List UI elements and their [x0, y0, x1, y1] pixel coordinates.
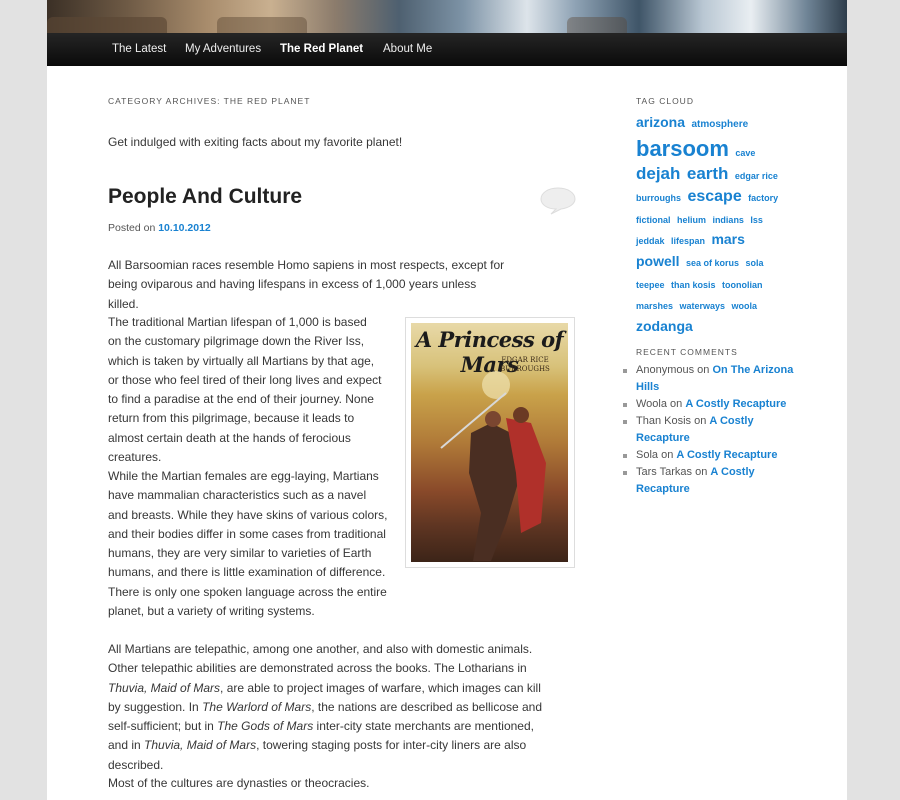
recent-comment-item: Tars Tarkas on A Costly Recapture [623, 464, 796, 498]
tag-link[interactable]: jeddak [636, 236, 665, 246]
recent-comment-item: Sola on A Costly Recapture [623, 447, 796, 464]
comment-on-label: on [691, 415, 710, 427]
tag-link[interactable]: arizona [636, 114, 685, 130]
tag-link[interactable]: waterways [679, 301, 725, 311]
recent-comments-list: Anonymous on On The Arizona Hills Woola o… [623, 362, 796, 498]
tag-cloud-heading: Tag Cloud [636, 96, 694, 106]
comment-author: Woola [636, 398, 667, 410]
tag-link[interactable]: sea of korus [686, 258, 739, 268]
tag-link[interactable]: zodanga [636, 318, 693, 334]
nav-item-about-me[interactable]: About Me [383, 33, 432, 66]
post-paragraph-5: Most of the cultures are dynasties or th… [108, 776, 370, 790]
p4-book-thuvia: Thuvia, Maid of Mars [108, 680, 221, 695]
comment-bubble-icon[interactable] [540, 187, 576, 215]
nav-item-the-latest[interactable]: The Latest [112, 33, 166, 66]
tag-link[interactable]: woola [731, 301, 757, 311]
p4-book-thuvia-2: Thuvia, Maid of Mars [144, 738, 257, 753]
p4-text: All Martians are telepathic, among one a… [108, 642, 533, 676]
post-title[interactable]: People And Culture [108, 185, 302, 209]
nav-item-the-red-planet[interactable]: The Red Planet [280, 33, 363, 66]
book-cover: A Princess of Mars EDGAR RICE BURROUGHS [411, 323, 568, 562]
tag-link[interactable]: sola [746, 258, 764, 268]
tag-link[interactable]: earth [687, 164, 729, 183]
tag-link[interactable]: fictional [636, 215, 671, 225]
tag-link[interactable]: barsoom [636, 136, 729, 161]
comment-post-link[interactable]: A Costly Recapture [676, 449, 777, 461]
post-meta: Posted on 10.10.2012 [108, 222, 211, 234]
post-paragraph-3: While the Martian females are egg-laying… [108, 469, 388, 619]
comment-author: Tars Tarkas [636, 466, 693, 478]
tag-link[interactable]: dejah [636, 164, 680, 183]
comment-on-label: on [692, 466, 711, 478]
tag-link[interactable]: factory [748, 193, 778, 203]
tag-link[interactable]: escape [687, 188, 741, 205]
tag-link[interactable]: mars [711, 231, 744, 247]
comment-author: Sola [636, 449, 659, 461]
nav-item-my-adventures[interactable]: My Adventures [185, 33, 261, 66]
post-paragraph-1: All Barsoomian races resemble Homo sapie… [108, 258, 505, 311]
tag-link[interactable]: helium [677, 215, 706, 225]
tag-link[interactable]: atmosphere [691, 119, 748, 130]
post-date-link[interactable]: 10.10.2012 [158, 222, 211, 234]
comment-on-label: on [666, 398, 686, 410]
post-paragraph-2: The traditional Martian lifespan of 1,00… [108, 315, 382, 465]
book-cover-illustration [440, 371, 546, 561]
category-description: Get indulged with exiting facts about my… [108, 135, 403, 149]
category-archive-title: Category Archives: The Red Planet [108, 96, 311, 106]
comment-author: Than Kosis [636, 415, 692, 427]
comment-on-label: on [658, 449, 677, 461]
header-banner-image [47, 0, 847, 33]
p4-book-warlord: The Warlord of Mars [202, 699, 312, 714]
post-paragraph-4: All Martians are telepathic, among one a… [108, 640, 553, 775]
p4-book-gods: The Gods of Mars [217, 719, 314, 734]
main-navigation: The Latest My Adventures The Red Planet … [47, 33, 847, 66]
recent-comment-item: Than Kosis on A Costly Recapture [623, 413, 796, 447]
comment-on-label: on [694, 364, 713, 376]
recent-comments-heading: Recent Comments [636, 347, 738, 357]
tag-link[interactable]: Iss [750, 215, 763, 225]
posted-on-label: Posted on [108, 222, 156, 234]
tag-link[interactable]: indians [712, 215, 744, 225]
recent-comment-item: Woola on A Costly Recapture [623, 396, 796, 413]
recent-comment-item: Anonymous on On The Arizona Hills [623, 362, 796, 396]
tag-link[interactable]: than kosis [671, 280, 716, 290]
comment-author: Anonymous [636, 364, 695, 376]
comment-post-link[interactable]: A Costly Recapture [685, 398, 786, 410]
page: The Latest My Adventures The Red Planet … [47, 0, 847, 800]
tag-link[interactable]: cave [735, 148, 755, 158]
tag-cloud: arizona atmosphere barsoom cave dejah ea… [636, 112, 794, 337]
book-cover-image[interactable]: A Princess of Mars EDGAR RICE BURROUGHS [405, 317, 575, 568]
tag-link[interactable]: lifespan [671, 236, 705, 246]
tag-link[interactable]: powell [636, 253, 680, 269]
tag-link[interactable]: teepee [636, 280, 665, 290]
